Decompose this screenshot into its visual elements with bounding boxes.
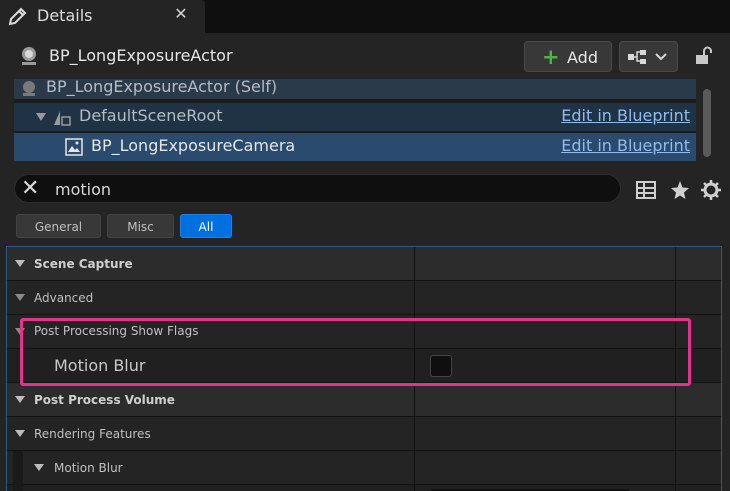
tree-item-default-scene-root[interactable]: DefaultSceneRoot Edit in Blueprint: [14, 103, 696, 131]
category-advanced[interactable]: Advanced: [7, 281, 721, 315]
category-scene-capture[interactable]: Scene Capture: [7, 247, 721, 281]
category-post-process-volume[interactable]: Post Process Volume: [7, 383, 721, 417]
edit-in-blueprint-link[interactable]: Edit in Blueprint: [561, 106, 690, 125]
category-post-processing-show-flags[interactable]: Post Processing Show Flags: [7, 315, 721, 349]
property-row-motion-blur: Motion Blur: [7, 349, 721, 383]
motion-blur-checkbox[interactable]: [430, 355, 452, 377]
hierarchy-icon: [628, 50, 667, 64]
expand-arrow-icon[interactable]: [36, 113, 46, 121]
actor-icon: [22, 47, 36, 65]
collapse-arrow-icon[interactable]: [15, 430, 25, 437]
close-icon[interactable]: ✕: [173, 4, 189, 24]
category-label: Motion Blur: [54, 461, 123, 475]
blueprint-options-button[interactable]: [619, 41, 678, 72]
plus-icon: +: [542, 45, 560, 69]
filter-general-button[interactable]: General: [16, 214, 101, 238]
gear-icon[interactable]: [700, 179, 722, 201]
tree-scrollbar[interactable]: [703, 89, 711, 157]
category-label: Post Process Volume: [34, 393, 175, 407]
category-rendering-features[interactable]: Rendering Features: [7, 417, 721, 451]
category-motion-blur[interactable]: Motion Blur: [7, 451, 721, 485]
tab-bar: Details ✕: [0, 0, 730, 33]
scene-component-icon: [54, 111, 71, 126]
tab-details[interactable]: Details ✕: [0, 0, 205, 33]
search-box: ✕: [14, 174, 621, 203]
pencil-icon: [8, 7, 27, 26]
table-view-icon[interactable]: [635, 179, 657, 201]
category-label: Advanced: [34, 291, 94, 305]
collapse-arrow-icon[interactable]: [15, 260, 25, 267]
clear-search-icon[interactable]: ✕: [21, 176, 39, 201]
tree-item-long-exposure-camera[interactable]: BP_LongExposureCamera Edit in Blueprint: [14, 133, 696, 161]
collapse-arrow-icon[interactable]: [15, 294, 25, 301]
filter-all-button[interactable]: All: [180, 214, 232, 238]
tab-title: Details: [37, 6, 93, 25]
edit-in-blueprint-link[interactable]: Edit in Blueprint: [561, 136, 690, 155]
collapse-arrow-icon[interactable]: [15, 396, 25, 403]
add-button[interactable]: + Add: [524, 41, 612, 72]
column-divider[interactable]: [675, 247, 676, 491]
collapse-arrow-icon[interactable]: [34, 464, 44, 471]
tree-item-self-label: BP_LongExposureActor (Self): [46, 77, 278, 96]
tree-item-root-label: DefaultSceneRoot: [79, 106, 223, 125]
category-label: Post Processing Show Flags: [34, 324, 199, 338]
filter-misc-button[interactable]: Misc: [107, 214, 174, 238]
actor-name: BP_LongExposureActor: [49, 46, 233, 65]
property-grid: Scene Capture Advanced Post Processing S…: [6, 246, 722, 491]
star-icon[interactable]: [669, 179, 691, 201]
collapse-arrow-icon[interactable]: [15, 328, 25, 335]
unlock-icon[interactable]: [693, 46, 713, 66]
category-label: Scene Capture: [34, 257, 133, 271]
category-label: Rendering Features: [34, 427, 151, 441]
tree-item-camera-label: BP_LongExposureCamera: [91, 136, 296, 155]
tree-item-self[interactable]: BP_LongExposureActor (Self): [14, 77, 696, 99]
scene-capture-icon: [65, 138, 83, 156]
column-divider[interactable]: [414, 247, 415, 491]
search-input[interactable]: [55, 178, 605, 200]
property-row-partial: [7, 485, 721, 491]
actor-icon: [23, 81, 35, 96]
indent-spacer: [13, 485, 23, 491]
add-button-label: Add: [567, 48, 598, 67]
component-tree: BP_LongExposureActor (Self) DefaultScene…: [14, 77, 696, 161]
property-label-motion-blur: Motion Blur: [54, 356, 146, 375]
indent-spacer: [13, 451, 23, 485]
